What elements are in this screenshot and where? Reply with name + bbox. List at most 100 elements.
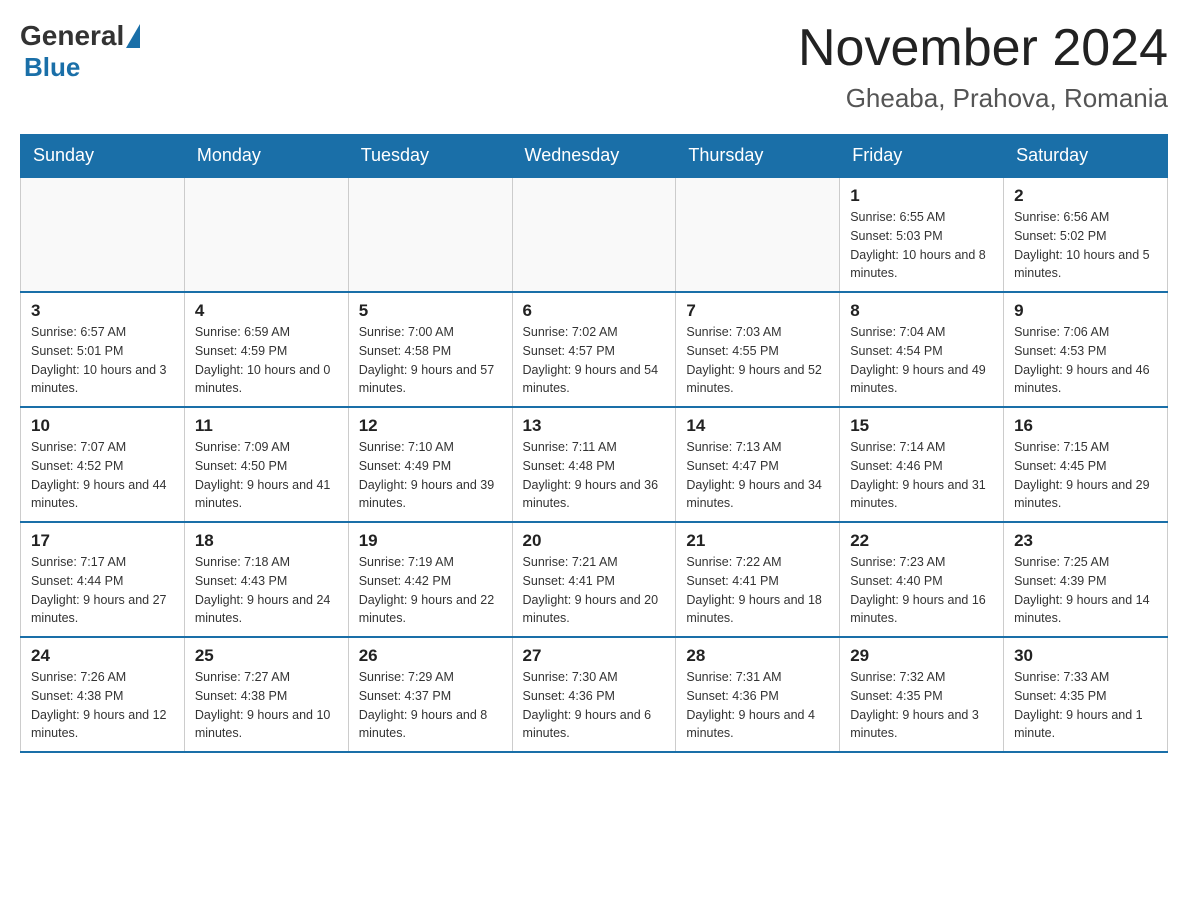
day-info: Sunrise: 6:57 AMSunset: 5:01 PMDaylight:… [31, 323, 174, 398]
day-number: 4 [195, 301, 338, 321]
cell-week3-day3: 13Sunrise: 7:11 AMSunset: 4:48 PMDayligh… [512, 407, 676, 522]
day-number: 22 [850, 531, 993, 551]
logo-blue-text: Blue [24, 52, 140, 83]
day-number: 23 [1014, 531, 1157, 551]
calendar-header-row: Sunday Monday Tuesday Wednesday Thursday… [21, 135, 1168, 178]
day-info: Sunrise: 7:19 AMSunset: 4:42 PMDaylight:… [359, 553, 502, 628]
day-info: Sunrise: 7:25 AMSunset: 4:39 PMDaylight:… [1014, 553, 1157, 628]
logo: General Blue [20, 20, 140, 83]
cell-week4-day1: 18Sunrise: 7:18 AMSunset: 4:43 PMDayligh… [184, 522, 348, 637]
day-number: 16 [1014, 416, 1157, 436]
col-tuesday: Tuesday [348, 135, 512, 178]
cell-week2-day4: 7Sunrise: 7:03 AMSunset: 4:55 PMDaylight… [676, 292, 840, 407]
week-row-4: 17Sunrise: 7:17 AMSunset: 4:44 PMDayligh… [21, 522, 1168, 637]
calendar-table: Sunday Monday Tuesday Wednesday Thursday… [20, 134, 1168, 753]
day-info: Sunrise: 6:59 AMSunset: 4:59 PMDaylight:… [195, 323, 338, 398]
cell-week4-day4: 21Sunrise: 7:22 AMSunset: 4:41 PMDayligh… [676, 522, 840, 637]
day-info: Sunrise: 7:18 AMSunset: 4:43 PMDaylight:… [195, 553, 338, 628]
day-number: 24 [31, 646, 174, 666]
day-number: 8 [850, 301, 993, 321]
cell-week1-day3 [512, 177, 676, 292]
col-monday: Monday [184, 135, 348, 178]
day-number: 1 [850, 186, 993, 206]
day-info: Sunrise: 7:22 AMSunset: 4:41 PMDaylight:… [686, 553, 829, 628]
day-number: 27 [523, 646, 666, 666]
day-number: 10 [31, 416, 174, 436]
cell-week1-day0 [21, 177, 185, 292]
day-info: Sunrise: 7:06 AMSunset: 4:53 PMDaylight:… [1014, 323, 1157, 398]
cell-week3-day1: 11Sunrise: 7:09 AMSunset: 4:50 PMDayligh… [184, 407, 348, 522]
cell-week1-day2 [348, 177, 512, 292]
col-sunday: Sunday [21, 135, 185, 178]
day-number: 13 [523, 416, 666, 436]
cell-week5-day3: 27Sunrise: 7:30 AMSunset: 4:36 PMDayligh… [512, 637, 676, 752]
cell-week3-day4: 14Sunrise: 7:13 AMSunset: 4:47 PMDayligh… [676, 407, 840, 522]
week-row-2: 3Sunrise: 6:57 AMSunset: 5:01 PMDaylight… [21, 292, 1168, 407]
col-thursday: Thursday [676, 135, 840, 178]
col-wednesday: Wednesday [512, 135, 676, 178]
cell-week2-day6: 9Sunrise: 7:06 AMSunset: 4:53 PMDaylight… [1004, 292, 1168, 407]
day-number: 18 [195, 531, 338, 551]
day-info: Sunrise: 7:26 AMSunset: 4:38 PMDaylight:… [31, 668, 174, 743]
cell-week5-day5: 29Sunrise: 7:32 AMSunset: 4:35 PMDayligh… [840, 637, 1004, 752]
day-number: 26 [359, 646, 502, 666]
cell-week1-day5: 1Sunrise: 6:55 AMSunset: 5:03 PMDaylight… [840, 177, 1004, 292]
day-number: 11 [195, 416, 338, 436]
cell-week3-day0: 10Sunrise: 7:07 AMSunset: 4:52 PMDayligh… [21, 407, 185, 522]
day-number: 12 [359, 416, 502, 436]
day-info: Sunrise: 7:21 AMSunset: 4:41 PMDaylight:… [523, 553, 666, 628]
day-info: Sunrise: 7:11 AMSunset: 4:48 PMDaylight:… [523, 438, 666, 513]
cell-week5-day6: 30Sunrise: 7:33 AMSunset: 4:35 PMDayligh… [1004, 637, 1168, 752]
cell-week4-day5: 22Sunrise: 7:23 AMSunset: 4:40 PMDayligh… [840, 522, 1004, 637]
day-number: 5 [359, 301, 502, 321]
day-info: Sunrise: 7:32 AMSunset: 4:35 PMDaylight:… [850, 668, 993, 743]
day-number: 25 [195, 646, 338, 666]
day-info: Sunrise: 7:23 AMSunset: 4:40 PMDaylight:… [850, 553, 993, 628]
day-number: 3 [31, 301, 174, 321]
cell-week1-day1 [184, 177, 348, 292]
cell-week3-day5: 15Sunrise: 7:14 AMSunset: 4:46 PMDayligh… [840, 407, 1004, 522]
day-number: 7 [686, 301, 829, 321]
week-row-3: 10Sunrise: 7:07 AMSunset: 4:52 PMDayligh… [21, 407, 1168, 522]
day-number: 20 [523, 531, 666, 551]
day-info: Sunrise: 7:14 AMSunset: 4:46 PMDaylight:… [850, 438, 993, 513]
page-header: General Blue November 2024 Gheaba, Praho… [20, 20, 1168, 114]
month-year-title: November 2024 [798, 20, 1168, 77]
day-info: Sunrise: 7:13 AMSunset: 4:47 PMDaylight:… [686, 438, 829, 513]
cell-week1-day6: 2Sunrise: 6:56 AMSunset: 5:02 PMDaylight… [1004, 177, 1168, 292]
day-info: Sunrise: 6:56 AMSunset: 5:02 PMDaylight:… [1014, 208, 1157, 283]
cell-week5-day0: 24Sunrise: 7:26 AMSunset: 4:38 PMDayligh… [21, 637, 185, 752]
day-info: Sunrise: 7:02 AMSunset: 4:57 PMDaylight:… [523, 323, 666, 398]
day-info: Sunrise: 7:27 AMSunset: 4:38 PMDaylight:… [195, 668, 338, 743]
day-info: Sunrise: 7:10 AMSunset: 4:49 PMDaylight:… [359, 438, 502, 513]
cell-week4-day0: 17Sunrise: 7:17 AMSunset: 4:44 PMDayligh… [21, 522, 185, 637]
day-info: Sunrise: 7:31 AMSunset: 4:36 PMDaylight:… [686, 668, 829, 743]
cell-week5-day4: 28Sunrise: 7:31 AMSunset: 4:36 PMDayligh… [676, 637, 840, 752]
title-block: November 2024 Gheaba, Prahova, Romania [798, 20, 1168, 114]
cell-week3-day2: 12Sunrise: 7:10 AMSunset: 4:49 PMDayligh… [348, 407, 512, 522]
day-info: Sunrise: 7:15 AMSunset: 4:45 PMDaylight:… [1014, 438, 1157, 513]
cell-week2-day2: 5Sunrise: 7:00 AMSunset: 4:58 PMDaylight… [348, 292, 512, 407]
day-info: Sunrise: 7:33 AMSunset: 4:35 PMDaylight:… [1014, 668, 1157, 743]
logo-triangle-icon [126, 24, 140, 48]
cell-week1-day4 [676, 177, 840, 292]
cell-week2-day0: 3Sunrise: 6:57 AMSunset: 5:01 PMDaylight… [21, 292, 185, 407]
day-info: Sunrise: 7:29 AMSunset: 4:37 PMDaylight:… [359, 668, 502, 743]
day-number: 30 [1014, 646, 1157, 666]
cell-week4-day2: 19Sunrise: 7:19 AMSunset: 4:42 PMDayligh… [348, 522, 512, 637]
day-info: Sunrise: 7:00 AMSunset: 4:58 PMDaylight:… [359, 323, 502, 398]
col-friday: Friday [840, 135, 1004, 178]
cell-week2-day5: 8Sunrise: 7:04 AMSunset: 4:54 PMDaylight… [840, 292, 1004, 407]
day-number: 2 [1014, 186, 1157, 206]
cell-week2-day3: 6Sunrise: 7:02 AMSunset: 4:57 PMDaylight… [512, 292, 676, 407]
cell-week2-day1: 4Sunrise: 6:59 AMSunset: 4:59 PMDaylight… [184, 292, 348, 407]
day-number: 21 [686, 531, 829, 551]
week-row-1: 1Sunrise: 6:55 AMSunset: 5:03 PMDaylight… [21, 177, 1168, 292]
day-number: 15 [850, 416, 993, 436]
cell-week3-day6: 16Sunrise: 7:15 AMSunset: 4:45 PMDayligh… [1004, 407, 1168, 522]
day-number: 9 [1014, 301, 1157, 321]
day-info: Sunrise: 6:55 AMSunset: 5:03 PMDaylight:… [850, 208, 993, 283]
day-number: 29 [850, 646, 993, 666]
col-saturday: Saturday [1004, 135, 1168, 178]
cell-week5-day2: 26Sunrise: 7:29 AMSunset: 4:37 PMDayligh… [348, 637, 512, 752]
